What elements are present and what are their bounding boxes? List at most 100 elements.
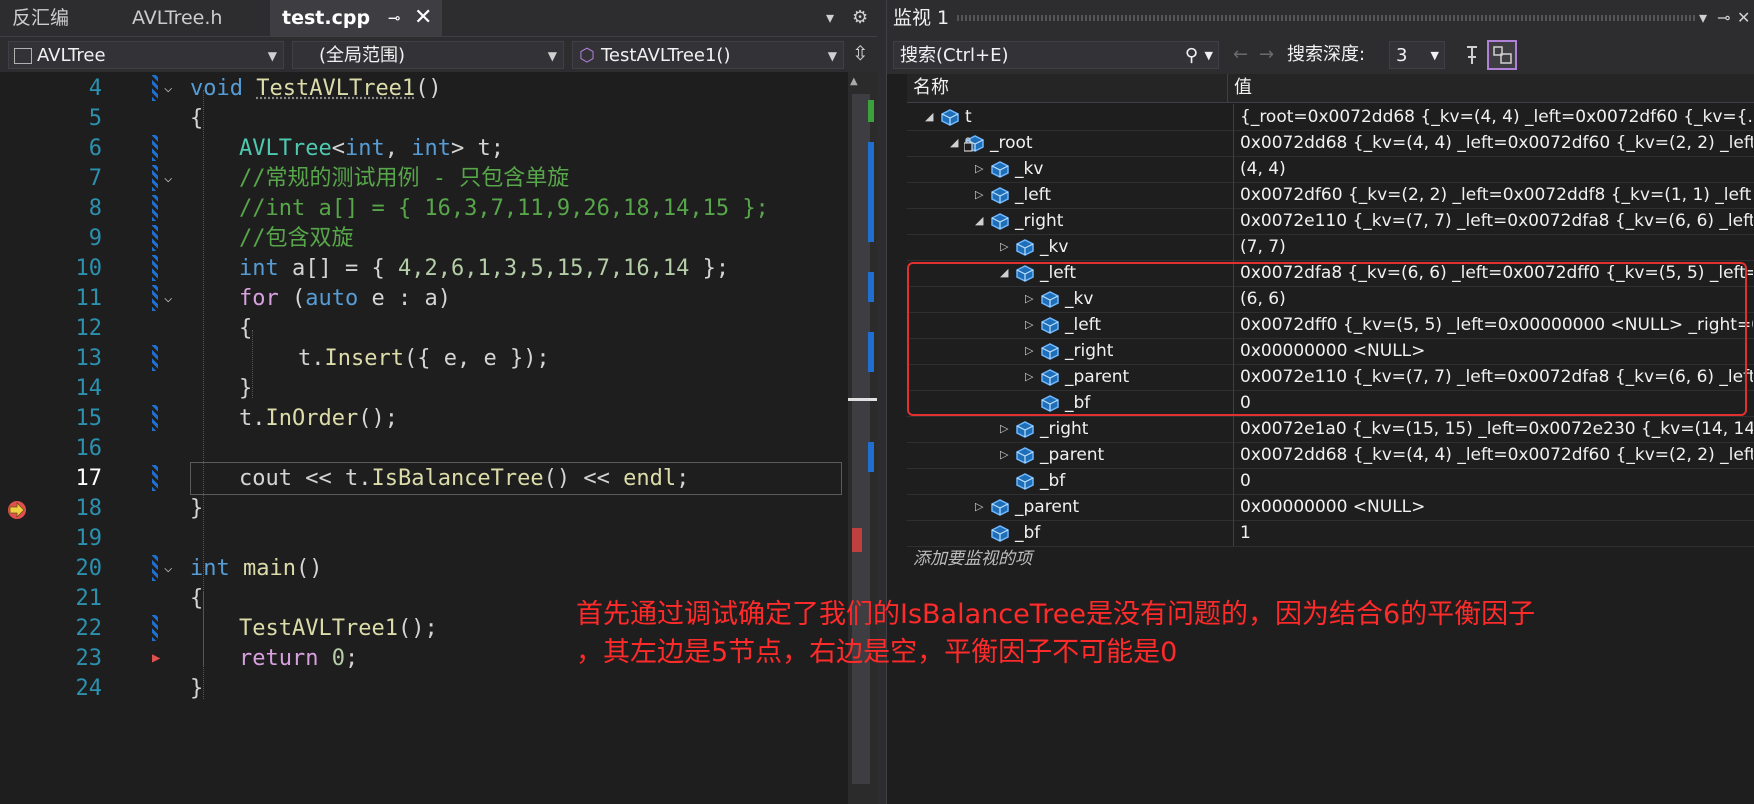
back-arrow-icon[interactable]: ← (1233, 41, 1248, 69)
watch-row-value[interactable]: 0x0072e1a0 {_kv=(15, 15) _left=0x0072e23… (1233, 416, 1753, 442)
expand-arrow-icon[interactable]: ▷ (1000, 442, 1008, 468)
chevron-down-icon: ▼ (1430, 49, 1439, 62)
watch-row-name: _right (1040, 419, 1089, 439)
collapse-icon[interactable]: ⌵ (164, 552, 172, 585)
forward-arrow-icon[interactable]: → (1259, 41, 1274, 69)
watch-row-value[interactable]: 0x00000000 <NULL> (1233, 494, 1753, 520)
line-number: 11 (75, 286, 103, 311)
line-number: 5 (88, 106, 102, 131)
scope-dropdown[interactable]: (全局范围) ▼ (292, 41, 564, 69)
scroll-marker (868, 100, 874, 122)
change-marker (152, 255, 158, 281)
scroll-marker (868, 332, 874, 372)
watch-row-name: _kv (1015, 159, 1044, 179)
editor-scrollbar[interactable]: ▲ (848, 72, 877, 804)
watch-row[interactable]: ▷ _parent 0x00000000 <NULL> (907, 494, 1754, 521)
chevron-down-icon: ▼ (267, 49, 277, 63)
collapse-icon[interactable]: ⌵ (164, 282, 172, 315)
collapse-arrow-icon[interactable]: ◢ (975, 208, 983, 234)
watch-row-name: _right (1015, 211, 1064, 231)
line-number: 8 (88, 196, 102, 221)
watch-row[interactable]: ▷ _parent 0x0072dd68 {_kv=(4, 4) _left=0x0… (907, 442, 1754, 469)
expand-arrow-icon[interactable]: ▷ (1000, 234, 1008, 260)
watch-row[interactable]: ▷ _kv (7, 7) (907, 234, 1754, 261)
code-area[interactable]: 4 ⌵ void TestAVLTree1() 5 { 6 AVLTree<in… (30, 72, 848, 804)
project-icon (14, 48, 32, 64)
watch-row-value[interactable]: 0x0072dd68 {_kv=(4, 4) _left=0x0072df60 … (1233, 442, 1753, 468)
scroll-position-indicator (848, 398, 877, 401)
expand-arrow-icon[interactable]: ▷ (1000, 416, 1008, 442)
expand-arrow-icon[interactable]: ▷ (975, 156, 983, 182)
collapse-icon[interactable]: ⌵ (164, 72, 172, 105)
close-icon[interactable]: ✕ (414, 0, 432, 36)
chevron-down-icon[interactable]: ▼ (1205, 42, 1213, 70)
breakpoint-gutter[interactable] (0, 72, 30, 804)
watch-row[interactable]: ▷ _kv (4, 4) (907, 156, 1754, 183)
change-marker (152, 615, 158, 641)
code-token: void (190, 76, 243, 101)
scroll-marker-breakpoint (852, 528, 862, 552)
collapse-arrow-icon[interactable]: ◢ (950, 130, 958, 156)
tab-test-cpp[interactable]: test.cpp ⊸ ✕ (270, 0, 442, 36)
watch-row[interactable]: ◢ t {_root=0x0072dd68 {_kv=(4, 4) _left=0x… (907, 104, 1754, 131)
close-icon[interactable]: ✕ (1737, 0, 1750, 36)
watch-row[interactable]: ▷ _right 0x0072e1a0 {_kv=(15, 15) _left=0x… (907, 416, 1754, 443)
watch-row-value[interactable]: (4, 4) (1233, 156, 1753, 182)
code-token: (); (397, 616, 438, 641)
code-line: 19 (30, 522, 848, 555)
column-value-header[interactable]: 值 (1227, 74, 1252, 102)
watch-row-value[interactable]: 0x0072df60 {_kv=(2, 2) _left=0x0072ddf8 … (1233, 182, 1753, 208)
pane-splitter[interactable] (877, 0, 886, 804)
line-number: 22 (75, 616, 103, 641)
add-watch-item-input[interactable]: 添加要监视的项 (907, 546, 1754, 572)
change-marker (152, 195, 158, 221)
drag-grip[interactable] (957, 15, 1695, 21)
function-dropdown[interactable]: ⬡ TestAVLTree1() ▼ (572, 41, 844, 69)
collapse-icon[interactable]: ⌵ (164, 162, 172, 195)
tab-list-dropdown-icon[interactable]: ▾ (826, 0, 834, 36)
collapse-arrow-icon[interactable]: ◢ (925, 104, 933, 130)
code-line: 5 { (30, 102, 848, 135)
watch-row[interactable]: ◢ _root 0x0072dd68 {_kv=(4, 4) _left=0x007… (907, 130, 1754, 157)
search-depth-dropdown[interactable]: 3 ▼ (1389, 41, 1445, 69)
tab-avltree-h[interactable]: AVLTree.h (120, 0, 266, 36)
object-icon (1016, 239, 1034, 256)
watch-row[interactable]: ▷ _left 0x0072df60 {_kv=(2, 2) _left=0x007… (907, 182, 1754, 209)
search-icon[interactable]: ⚲ (1185, 42, 1198, 70)
annotation-text: 首先通过调试确定了我们的IsBalanceTree是没有问题的，因为结合6的平衡… (576, 596, 1736, 672)
expand-arrow-icon[interactable]: ▷ (975, 182, 983, 208)
code-line: 15 t.InOrder(); (30, 402, 848, 435)
code-token: Insert (324, 346, 404, 371)
watch-row[interactable]: ◢ _right 0x0072e110 {_kv=(7, 7) _left=0x00… (907, 208, 1754, 235)
tab-disassembly[interactable]: 反汇编 (0, 0, 118, 36)
gear-icon[interactable]: ⚙ (852, 0, 868, 36)
expand-arrow-icon[interactable]: ▷ (975, 494, 983, 520)
watch-row[interactable]: _bf 1 (907, 520, 1754, 547)
watch-row-value[interactable]: 1 (1233, 520, 1753, 546)
watch-row-value[interactable]: 0x0072e110 {_kv=(7, 7) _left=0x0072dfa8 … (1233, 208, 1753, 234)
watch-row-value[interactable]: 0 (1233, 468, 1753, 494)
watch-row-value[interactable]: (7, 7) (1233, 234, 1753, 260)
search-depth-value: 3 (1396, 45, 1408, 66)
change-marker (152, 345, 158, 371)
code-token: int (190, 556, 230, 581)
pin-to-source-icon[interactable] (1461, 44, 1483, 66)
window-dropdown-icon[interactable]: ▾ (1699, 0, 1707, 36)
pin-icon[interactable]: ⊸ (1717, 0, 1730, 36)
pin-icon[interactable]: ⊸ (388, 0, 401, 36)
watch-row[interactable]: _bf 0 (907, 468, 1754, 495)
search-input[interactable]: 搜索(Ctrl+E) ⚲ ▼ (893, 41, 1219, 69)
column-name-header[interactable]: 名称 (907, 77, 949, 98)
view-hex-icon[interactable] (1487, 40, 1517, 70)
watch-row-value[interactable]: 0x0072dd68 {_kv=(4, 4) _left=0x0072df60 … (1233, 130, 1753, 156)
watch-row-value[interactable]: {_root=0x0072dd68 {_kv=(4, 4) _left=0x00… (1233, 104, 1753, 130)
split-icon[interactable]: ⇳ (852, 41, 869, 65)
line-number: 18 (75, 496, 103, 521)
project-dropdown[interactable]: AVLTree ▼ (8, 41, 284, 69)
line-number: 12 (75, 316, 103, 341)
code-line: 12 { (30, 312, 848, 345)
scroll-up-icon[interactable]: ▲ (850, 76, 858, 87)
code-token: } (190, 676, 204, 701)
line-number: 20 (75, 556, 103, 581)
code-token: auto (305, 286, 359, 311)
